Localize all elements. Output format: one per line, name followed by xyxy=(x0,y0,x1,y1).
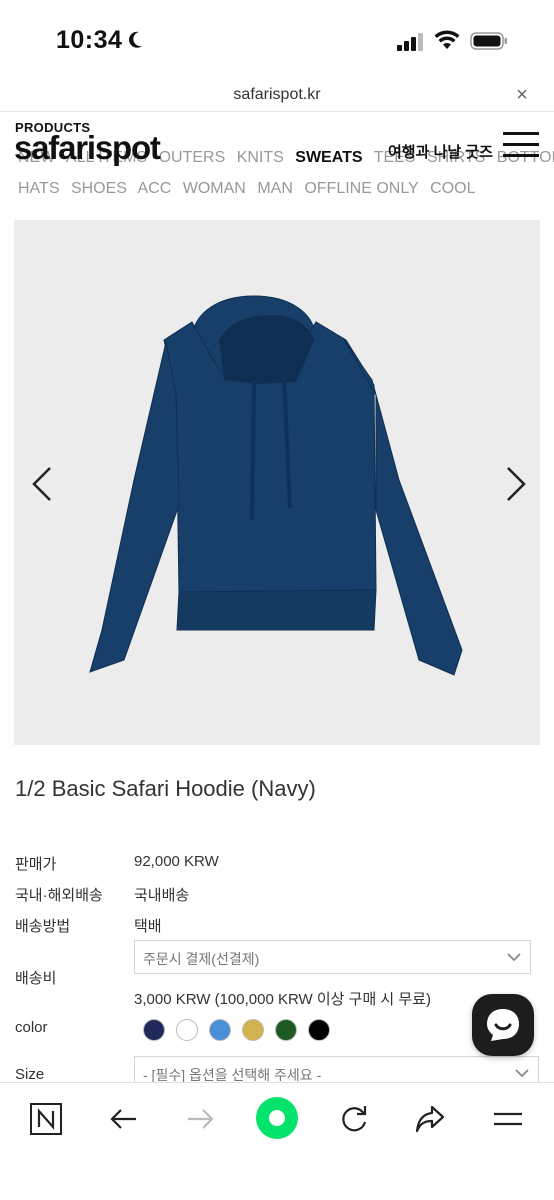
category-offline-only[interactable]: OFFLINE ONLY xyxy=(304,180,418,197)
product-title: 1/2 Basic Safari Hoodie (Navy) xyxy=(15,776,316,801)
chevron-down-icon xyxy=(515,1069,529,1078)
home-green-icon[interactable] xyxy=(254,1095,300,1141)
shipping-fee-select[interactable]: 주문시 결제(선결제) xyxy=(134,940,531,974)
color-swatch-black[interactable] xyxy=(308,1019,330,1041)
naver-icon[interactable] xyxy=(28,1101,64,1137)
color-swatch-white[interactable] xyxy=(176,1019,198,1041)
browser-bottom-bar xyxy=(0,1082,554,1200)
category-man[interactable]: MAN xyxy=(257,180,293,197)
category-hats[interactable]: HATS xyxy=(18,180,59,197)
menu-icon[interactable] xyxy=(490,1101,526,1137)
color-swatch-mustard[interactable] xyxy=(242,1019,264,1041)
chat-button[interactable] xyxy=(472,994,534,1056)
color-swatch-blue[interactable] xyxy=(209,1019,231,1041)
travel-goods-link[interactable]: 여행과 나날 굿즈 xyxy=(388,141,493,162)
url-domain[interactable]: safarispot.kr xyxy=(0,86,554,104)
carousel-prev-icon[interactable] xyxy=(28,464,56,504)
signal-icon xyxy=(397,33,423,51)
site-header: NEW ALL ITEMS OUTERS KNITS SWEATS TEES S… xyxy=(0,112,554,208)
category-cool[interactable]: COOL xyxy=(430,180,475,197)
close-icon[interactable]: × xyxy=(510,83,534,107)
shipping-region-value: 국내배송 xyxy=(134,887,190,904)
reload-icon[interactable] xyxy=(336,1101,372,1137)
forward-icon[interactable] xyxy=(182,1101,218,1137)
product-image[interactable] xyxy=(14,220,540,745)
carousel-next-icon[interactable] xyxy=(502,464,530,504)
price-value: 92,000 KRW xyxy=(134,853,219,870)
shipping-method-value: 택배 xyxy=(134,918,162,935)
moon-icon xyxy=(129,31,142,48)
chevron-down-icon xyxy=(507,953,521,962)
category-outers[interactable]: OUTERS xyxy=(159,149,226,166)
wifi-icon xyxy=(434,30,460,49)
status-bar: 10:34 xyxy=(0,0,554,78)
category-woman[interactable]: WOMAN xyxy=(183,180,246,197)
battery-icon xyxy=(470,32,507,50)
color-label: color xyxy=(15,1019,48,1036)
category-sweats[interactable]: SWEATS xyxy=(295,149,362,166)
logo-safarispot[interactable]: safarispot xyxy=(14,130,161,166)
shipping-fee-select-value: 주문시 결제(선결제) xyxy=(143,951,260,967)
category-shoes[interactable]: SHOES xyxy=(71,180,127,197)
status-time: 10:34 xyxy=(56,26,123,54)
size-label: Size xyxy=(15,1066,45,1083)
category-row-2: HATS SHOES ACC WOMAN MAN OFFLINE ONLY CO… xyxy=(18,180,483,198)
category-knits[interactable]: KNITS xyxy=(237,149,284,166)
shipping-method-label: 배송방법 xyxy=(15,918,71,935)
back-icon[interactable] xyxy=(106,1101,142,1137)
category-acc[interactable]: ACC xyxy=(138,180,172,197)
color-swatch-green[interactable] xyxy=(275,1019,297,1041)
price-label: 판매가 xyxy=(15,856,57,873)
share-icon[interactable] xyxy=(412,1101,448,1137)
chat-bubble-icon xyxy=(487,1009,519,1041)
url-bar[interactable]: safarispot.kr × xyxy=(0,78,554,112)
shipping-fee-note: 3,000 KRW (100,000 KRW 이상 구매 시 무료) xyxy=(134,991,431,1008)
color-swatch-navy[interactable] xyxy=(143,1019,165,1041)
shipping-fee-label: 배송비 xyxy=(15,970,57,987)
shipping-region-label: 국내·해외배송 xyxy=(15,887,103,904)
menu-hamburger-icon[interactable] xyxy=(503,132,539,158)
hoodie-image xyxy=(89,295,463,676)
